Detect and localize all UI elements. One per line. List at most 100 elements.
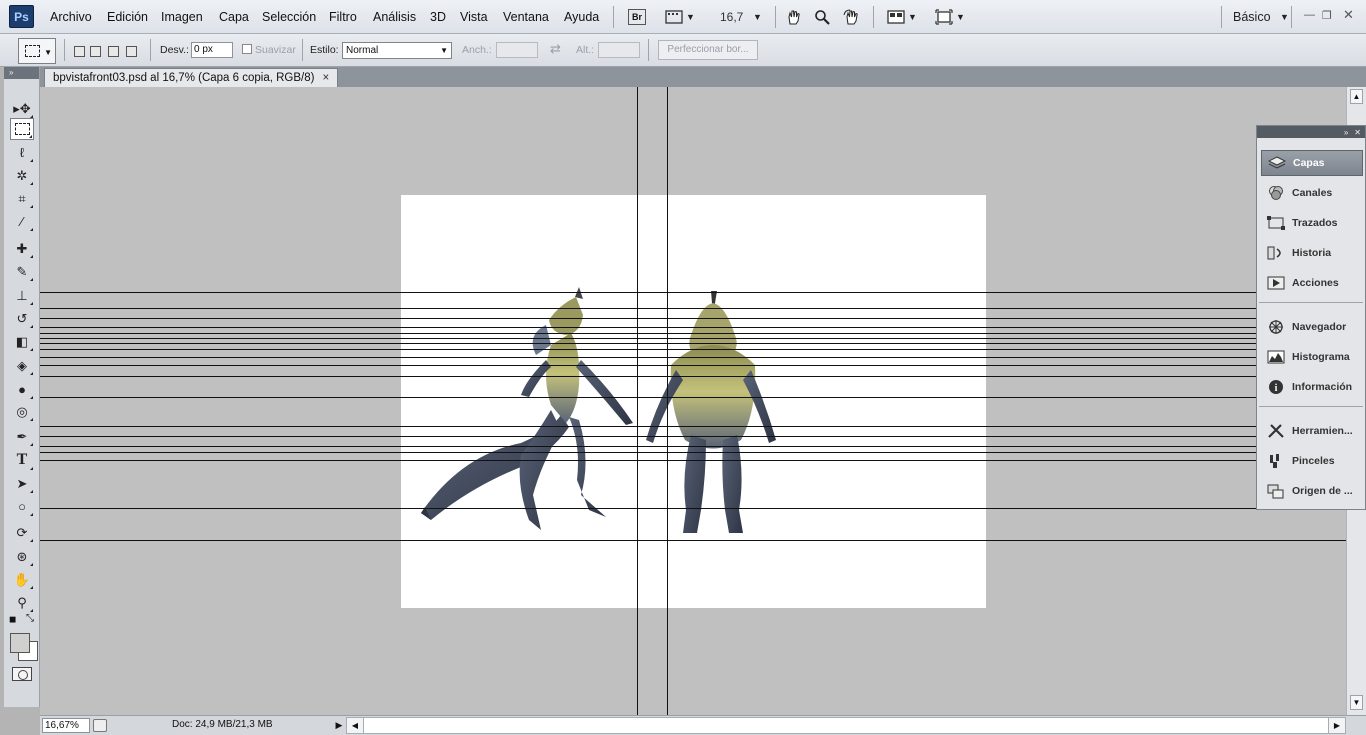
menu-ventana[interactable]: Ventana [503, 10, 549, 24]
intersect-selection-icon[interactable] [126, 46, 137, 57]
menu-filtro[interactable]: Filtro [329, 10, 357, 24]
guide-horizontal[interactable] [40, 365, 1346, 366]
menu-archivo[interactable]: Archivo [50, 10, 92, 24]
panel-brushes[interactable]: Pinceles [1261, 448, 1363, 474]
zoom-tool[interactable]: ⚲ [10, 591, 34, 613]
guide-horizontal[interactable] [40, 397, 1346, 398]
workspace-switcher[interactable]: Básico [1233, 10, 1271, 24]
width-input[interactable] [496, 42, 538, 58]
extras-button[interactable]: ▼ [662, 6, 698, 28]
guide-horizontal[interactable] [40, 452, 1346, 453]
eyedropper-tool[interactable]: ⁄ [10, 210, 34, 232]
guide-vertical[interactable] [637, 87, 638, 715]
guide-horizontal[interactable] [40, 376, 1346, 377]
arrange-documents-button[interactable]: ▼ [884, 6, 920, 28]
guide-horizontal[interactable] [40, 343, 1346, 344]
menu-vista[interactable]: Vista [460, 10, 488, 24]
bridge-button[interactable]: Br [627, 6, 647, 28]
blur-tool[interactable]: ● [10, 378, 34, 400]
zoom-tool-button[interactable] [813, 6, 831, 28]
guide-horizontal[interactable] [40, 357, 1346, 358]
canvas-area[interactable] [40, 87, 1346, 715]
guide-horizontal[interactable] [40, 318, 1346, 319]
guide-horizontal[interactable] [40, 292, 1346, 293]
swap-icon[interactable]: ⇄ [550, 41, 561, 57]
pen-tool[interactable]: ✒ [10, 425, 34, 447]
panel-histogram[interactable]: Histograma [1261, 344, 1363, 370]
height-input[interactable] [598, 42, 640, 58]
minimize-icon[interactable]: — [1304, 9, 1315, 21]
path-selection-tool[interactable]: ➤ [10, 472, 34, 494]
panel-channels[interactable]: Canales [1261, 180, 1363, 206]
style-select[interactable]: Normal ▼ [342, 42, 452, 59]
rect-marquee-tool[interactable] [10, 118, 34, 140]
panel-tool-presets[interactable]: Herramien... [1261, 418, 1363, 444]
restore-icon[interactable]: ❐ [1322, 9, 1332, 22]
scroll-right-icon[interactable]: ▶ [1328, 718, 1345, 733]
add-to-selection-icon[interactable] [90, 46, 101, 57]
crop-tool[interactable]: ⌗ [10, 187, 34, 209]
screen-mode-button[interactable]: ▼ [932, 6, 968, 28]
menu-seleccion[interactable]: Selección [262, 10, 316, 24]
hand-tool[interactable]: ✋ [10, 568, 34, 590]
status-menu-arrow-icon[interactable]: ▶ [333, 718, 345, 733]
panel-info[interactable]: i Información [1261, 374, 1363, 400]
horizontal-scrollbar[interactable]: ◀ ▶ [346, 717, 1346, 734]
panel-actions[interactable]: Acciones [1261, 270, 1363, 296]
guide-vertical[interactable] [667, 87, 668, 715]
panel-layers[interactable]: Capas [1261, 150, 1363, 176]
new-selection-icon[interactable] [74, 46, 85, 57]
scroll-left-icon[interactable]: ◀ [347, 718, 364, 733]
guide-horizontal[interactable] [40, 426, 1346, 427]
history-brush-tool[interactable]: ↺ [10, 307, 34, 329]
menu-capa[interactable]: Capa [219, 10, 249, 24]
close-dock-icon[interactable]: ✕ [1354, 128, 1361, 137]
swap-colors-icon[interactable]: ⤡ [26, 613, 34, 624]
panel-history[interactable]: Historia [1261, 240, 1363, 266]
brush-tool[interactable]: ✎ [10, 260, 34, 282]
workspace-dropdown-icon[interactable]: ▼ [1280, 12, 1289, 22]
dodge-tool[interactable]: ◎ [10, 400, 34, 422]
guide-horizontal[interactable] [40, 349, 1346, 350]
panel-clone-source[interactable]: Origen de ... [1261, 478, 1363, 504]
move-tool[interactable]: ▸✥ [10, 97, 34, 119]
menu-imagen[interactable]: Imagen [161, 10, 203, 24]
guide-horizontal[interactable] [40, 333, 1346, 334]
healing-brush-tool[interactable]: ✚ [10, 237, 34, 259]
lasso-tool[interactable]: ℓ [10, 141, 34, 163]
guide-horizontal[interactable] [40, 508, 1346, 509]
guide-horizontal[interactable] [40, 308, 1346, 309]
guide-horizontal[interactable] [40, 327, 1346, 328]
rotate-view-button[interactable] [842, 6, 862, 28]
magic-wand-tool[interactable]: ✲ [10, 164, 34, 186]
menu-analisis[interactable]: Análisis [373, 10, 416, 24]
paint-bucket-tool[interactable]: ◈ [10, 354, 34, 376]
guide-horizontal[interactable] [40, 338, 1346, 339]
feather-input[interactable]: 0 px [191, 42, 233, 58]
menu-ayuda[interactable]: Ayuda [564, 10, 599, 24]
close-tab-icon[interactable]: × [322, 69, 329, 87]
zoom-dropdown-icon[interactable]: ▼ [753, 12, 762, 22]
foreground-color-swatch[interactable] [10, 633, 30, 653]
ellipse-shape-tool[interactable]: ○ [10, 495, 34, 517]
panel-navigator[interactable]: Navegador [1261, 314, 1363, 340]
3d-rotate-tool[interactable]: ⟳ [10, 521, 34, 543]
3d-orbit-tool[interactable]: ⊛ [10, 545, 34, 567]
expand-panels-icon[interactable]: » [1344, 128, 1348, 137]
antialias-checkbox[interactable] [242, 44, 252, 54]
zoom-input[interactable]: 16,67% [42, 718, 90, 733]
status-info-icon[interactable] [93, 719, 107, 732]
guide-horizontal[interactable] [40, 446, 1346, 447]
eraser-tool[interactable]: ◧ [10, 330, 34, 352]
menu-3d[interactable]: 3D [430, 10, 446, 24]
tool-preset-picker[interactable]: ▼ [18, 38, 56, 64]
menu-edicion[interactable]: Edición [107, 10, 148, 24]
guide-horizontal[interactable] [40, 540, 1346, 541]
clone-stamp-tool[interactable]: ⊥ [10, 284, 34, 306]
panel-paths[interactable]: Trazados [1261, 210, 1363, 236]
hand-tool-button[interactable] [785, 6, 803, 28]
tools-panel-collapse[interactable]: » [4, 67, 39, 79]
guide-horizontal[interactable] [40, 436, 1346, 437]
guide-horizontal[interactable] [40, 460, 1346, 461]
refine-edge-button[interactable]: Perfeccionar bor... [658, 40, 758, 60]
